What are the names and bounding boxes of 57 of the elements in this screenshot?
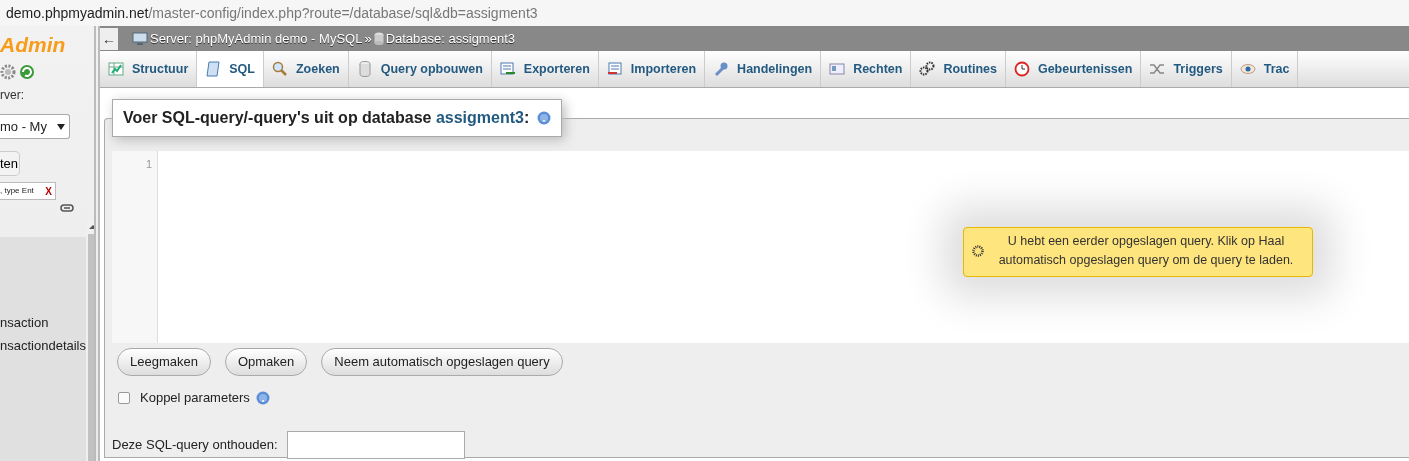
server-icon (132, 31, 148, 46)
filter-placeholder: , type Ent (0, 185, 34, 197)
spinner-icon (972, 244, 984, 257)
line-number: 1 (144, 157, 152, 172)
clock-icon (1013, 61, 1030, 77)
tab[interactable]: Zoeken (263, 51, 349, 87)
checkbox[interactable] (118, 391, 130, 404)
table-name[interactable]: nsactiondetails (0, 334, 86, 357)
tab[interactable]: Query opbouwen (348, 51, 492, 87)
url-host[interactable]: demo.phpmyadmin.net (6, 5, 149, 21)
help-icon (255, 390, 270, 405)
legend-text: Voer SQL-query/-query's uit op database assigment3: (123, 108, 530, 128)
tab[interactable]: Triggers (1141, 51, 1232, 87)
eye-icon (1239, 61, 1256, 77)
breadcrumb-link[interactable]: Server: phpMyAdmin demo - MySQL (150, 28, 363, 49)
tab[interactable]: Gebeurtenissen (1005, 51, 1142, 87)
id-card-icon (829, 61, 846, 77)
table-name[interactable]: nsaction (0, 311, 86, 334)
filter-field[interactable]: , type Ent X (0, 182, 56, 200)
tab[interactable]: Exporteren (491, 51, 599, 87)
scroll-icon (205, 61, 222, 77)
action-button[interactable]: Leegmaken (117, 348, 211, 376)
wrench-icon (713, 61, 730, 77)
tab[interactable]: SQL (197, 51, 264, 87)
url-path[interactable]: /master-config/index.php?route=/database/sql&db=assigment3 (148, 5, 538, 21)
shuffle-icon (1149, 61, 1166, 77)
action-button[interactable]: Opmaken (224, 348, 308, 376)
notice-text: U hebt een eerder opgeslagen query. Klik op Haal automatisch opgeslagen query om de query te laden. (997, 233, 1295, 269)
table-icon (108, 61, 124, 77)
checkbox-label: Koppel parameters (140, 389, 250, 407)
tab[interactable]: Trac (1231, 51, 1299, 87)
tab[interactable]: Handelingen (705, 51, 822, 87)
caret-icon (57, 123, 65, 130)
bookmark-field[interactable] (286, 430, 465, 459)
link-icon (60, 204, 74, 212)
breadcrumb-separator: » (364, 29, 372, 48)
import-icon (606, 61, 623, 77)
export-icon (499, 61, 516, 77)
server-select[interactable]: mo - My (0, 114, 70, 139)
tab[interactable]: Routines (911, 51, 1006, 87)
database-icon (356, 61, 373, 77)
clear-filter-button[interactable]: X (45, 183, 52, 199)
server-label: rver: (0, 87, 25, 104)
gears-icon (919, 61, 936, 77)
tab[interactable]: Importeren (598, 51, 706, 87)
database-icon (373, 32, 384, 45)
select-value: mo - My (0, 117, 47, 136)
tab[interactable]: Rechten (821, 51, 912, 87)
search-icon (271, 61, 288, 77)
database-link[interactable]: assigment3 (435, 109, 524, 126)
help-icon (537, 111, 552, 125)
field-label: Deze SQL-query onthouden: (112, 435, 278, 454)
sidebar-button[interactable]: ten (0, 151, 20, 176)
action-button[interactable]: Neem automatisch opgeslagen query (321, 348, 563, 376)
reload-icon (19, 64, 36, 80)
back-button[interactable]: ← (100, 27, 118, 50)
breadcrumb-link[interactable]: Database: assigment3 (385, 28, 515, 49)
